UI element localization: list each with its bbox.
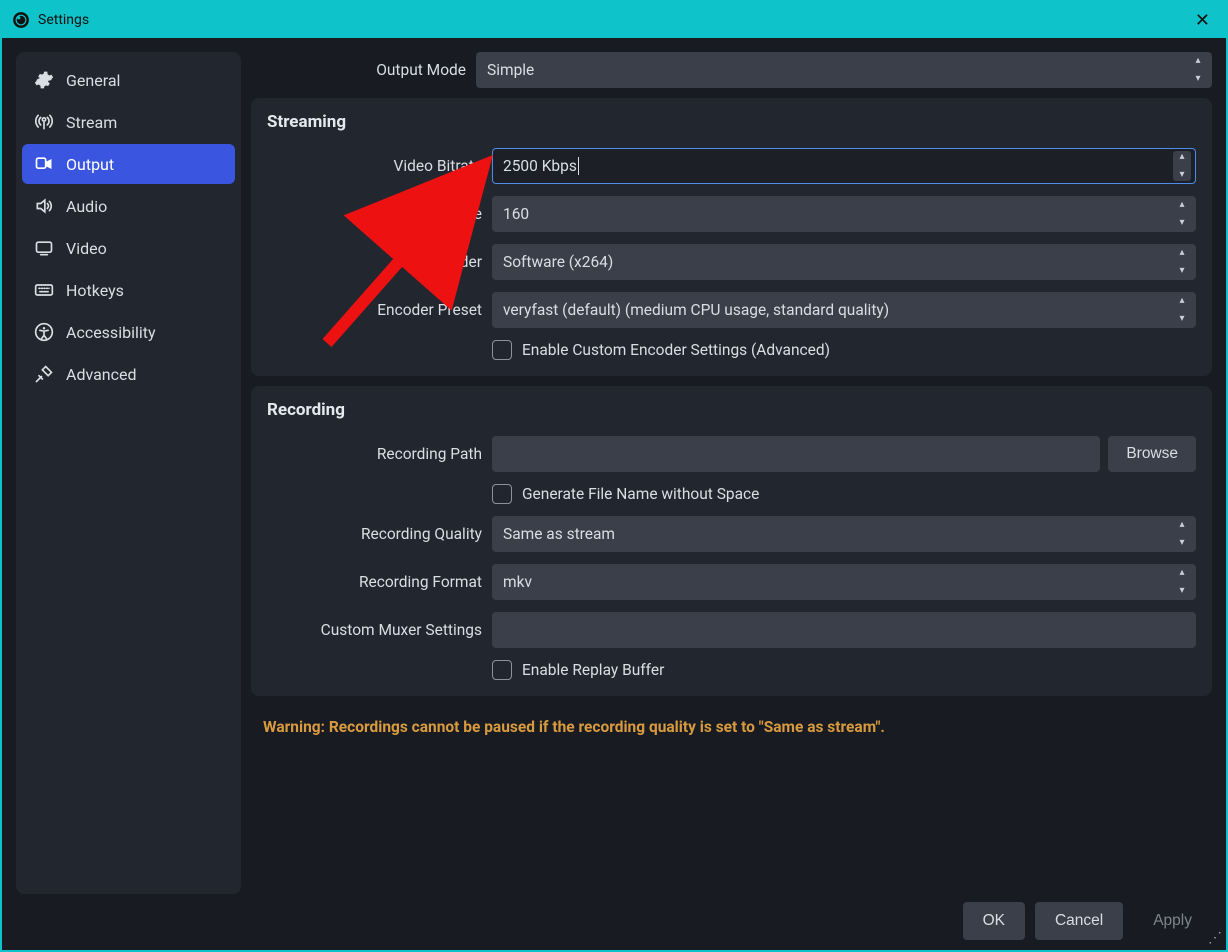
sidebar-item-advanced[interactable]: Advanced xyxy=(22,354,235,394)
sidebar-item-label: General xyxy=(66,71,120,90)
sidebar-item-audio[interactable]: Audio xyxy=(22,186,235,226)
section-title-streaming: Streaming xyxy=(267,112,1196,132)
custom-muxer-input[interactable] xyxy=(492,612,1196,648)
select-value: Software (x264) xyxy=(503,253,613,271)
keyboard-icon xyxy=(34,280,54,300)
recording-path-label: Recording Path xyxy=(267,445,482,463)
apply-button[interactable]: Apply xyxy=(1133,902,1212,940)
sidebar-item-hotkeys[interactable]: Hotkeys xyxy=(22,270,235,310)
titlebar[interactable]: Settings ✕ xyxy=(2,2,1226,38)
audio-bitrate-label: Audio Bitrate xyxy=(267,205,482,223)
select-value: mkv xyxy=(503,573,532,591)
dialog-footer: OK Cancel Apply xyxy=(16,898,1212,940)
spinner-icon xyxy=(1173,247,1191,277)
sidebar-item-label: Advanced xyxy=(66,365,137,384)
app-icon xyxy=(12,11,30,29)
replay-buffer-checkbox[interactable] xyxy=(492,660,512,680)
spinner-icon xyxy=(1173,567,1191,597)
spinner-icon xyxy=(1173,199,1191,229)
recording-path-value[interactable] xyxy=(503,445,1089,463)
video-bitrate-label: Video Bitrate xyxy=(267,157,482,175)
encoder-select[interactable]: Software (x264) xyxy=(492,244,1196,280)
section-title-recording: Recording xyxy=(267,400,1196,420)
sidebar-item-video[interactable]: Video xyxy=(22,228,235,268)
sidebar-item-label: Audio xyxy=(66,197,107,216)
enable-custom-encoder-label: Enable Custom Encoder Settings (Advanced… xyxy=(522,341,830,359)
recording-panel: Recording Recording Path Browse Generate xyxy=(251,386,1212,696)
sidebar-item-accessibility[interactable]: Accessibility xyxy=(22,312,235,352)
recording-format-label: Recording Format xyxy=(267,573,482,591)
browse-button[interactable]: Browse xyxy=(1108,436,1196,472)
sidebar-item-label: Accessibility xyxy=(66,323,156,342)
output-mode-label: Output Mode xyxy=(251,61,466,79)
warning-text: Warning: Recordings cannot be paused if … xyxy=(251,706,1212,742)
spinner-icon xyxy=(1173,519,1191,549)
recording-quality-label: Recording Quality xyxy=(267,525,482,543)
encoder-preset-label: Encoder Preset xyxy=(267,301,482,319)
spinner-icon xyxy=(1173,295,1191,325)
replay-buffer-label: Enable Replay Buffer xyxy=(522,661,664,679)
recording-path-input[interactable] xyxy=(492,436,1100,472)
gear-icon xyxy=(34,70,54,90)
spinner-icon[interactable] xyxy=(1173,151,1191,181)
enable-custom-encoder-checkbox[interactable] xyxy=(492,340,512,360)
sidebar-item-label: Video xyxy=(66,239,107,258)
video-bitrate-input[interactable]: 2500 Kbps xyxy=(492,148,1196,184)
cancel-button[interactable]: Cancel xyxy=(1035,902,1123,940)
sidebar-item-output[interactable]: Output xyxy=(22,144,235,184)
output-icon xyxy=(34,154,54,174)
speaker-icon xyxy=(34,196,54,216)
filename-nospace-checkbox[interactable] xyxy=(492,484,512,504)
sidebar-item-label: Stream xyxy=(66,113,117,132)
spinner-icon xyxy=(1189,55,1207,85)
streaming-panel: Streaming Video Bitrate 2500 Kbps Audio … xyxy=(251,98,1212,376)
custom-muxer-value[interactable] xyxy=(503,621,1185,639)
sidebar-item-general[interactable]: General xyxy=(22,60,235,100)
custom-muxer-label: Custom Muxer Settings xyxy=(267,621,482,639)
sidebar-item-stream[interactable]: Stream xyxy=(22,102,235,142)
select-value: 160 xyxy=(503,205,529,223)
ok-button[interactable]: OK xyxy=(963,902,1025,940)
encoder-label: Encoder xyxy=(267,253,482,271)
output-mode-select[interactable]: Simple xyxy=(476,52,1212,88)
select-value: veryfast (default) (medium CPU usage, st… xyxy=(503,301,889,319)
sidebar-item-label: Output xyxy=(66,155,114,174)
antenna-icon xyxy=(34,112,54,132)
input-value: 2500 Kbps xyxy=(503,157,577,175)
tools-icon xyxy=(34,364,54,384)
content-area: Output Mode Simple Streaming Video Bitra… xyxy=(251,52,1212,894)
monitor-icon xyxy=(34,238,54,258)
recording-format-select[interactable]: mkv xyxy=(492,564,1196,600)
window-title: Settings xyxy=(38,12,1181,28)
resize-grip-icon[interactable]: ⋰ xyxy=(1208,930,1222,946)
select-value: Same as stream xyxy=(503,525,615,543)
sidebar: General Stream Output Audio Video xyxy=(16,52,241,894)
sidebar-item-label: Hotkeys xyxy=(66,281,124,300)
select-value: Simple xyxy=(487,61,534,79)
recording-quality-select[interactable]: Same as stream xyxy=(492,516,1196,552)
audio-bitrate-select[interactable]: 160 xyxy=(492,196,1196,232)
accessibility-icon xyxy=(34,322,54,342)
close-icon[interactable]: ✕ xyxy=(1189,10,1216,31)
filename-nospace-label: Generate File Name without Space xyxy=(522,485,759,503)
encoder-preset-select[interactable]: veryfast (default) (medium CPU usage, st… xyxy=(492,292,1196,328)
